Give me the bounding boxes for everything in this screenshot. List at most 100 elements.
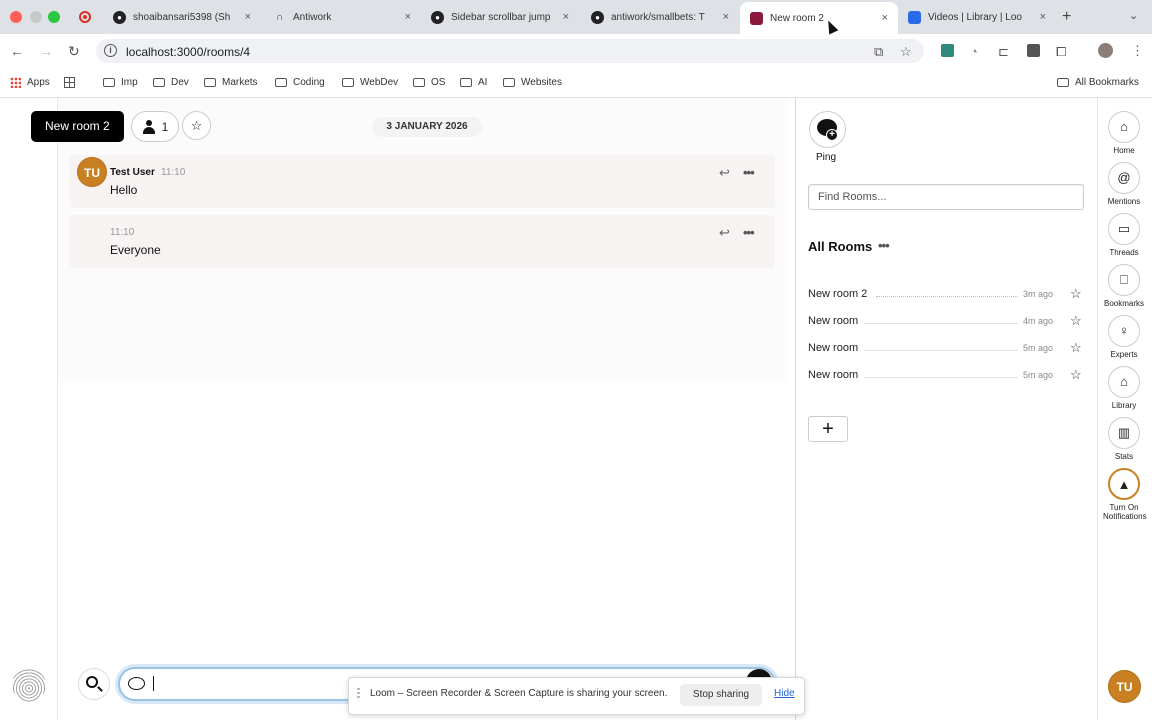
bookmark-folder[interactable]: Coding bbox=[275, 77, 325, 88]
tab-groups-icon[interactable] bbox=[64, 77, 81, 88]
message-body: Everyone bbox=[110, 243, 161, 257]
star-room-button[interactable]: ☆ bbox=[182, 111, 211, 140]
divider bbox=[864, 323, 1018, 324]
extension-icon[interactable]: ⊏ bbox=[998, 44, 1009, 60]
more-icon[interactable]: ••• bbox=[743, 165, 755, 180]
avatar[interactable]: TU bbox=[77, 157, 107, 187]
window-maximize-button[interactable] bbox=[48, 11, 60, 23]
star-icon[interactable]: ☆ bbox=[1070, 367, 1082, 383]
person-icon bbox=[142, 119, 156, 134]
reload-icon[interactable]: ↻ bbox=[68, 43, 80, 60]
lightbulb-icon: ♀ bbox=[1108, 315, 1140, 347]
room-name: New room bbox=[808, 369, 859, 381]
bookmark-label: Websites bbox=[521, 77, 562, 88]
site-info-icon[interactable]: i bbox=[104, 44, 117, 57]
all-bookmarks[interactable]: All Bookmarks bbox=[1057, 77, 1139, 88]
room-name: New room bbox=[808, 315, 859, 327]
room-list-item[interactable]: New room 5m ago ☆ bbox=[808, 366, 1084, 386]
member-count: 1 bbox=[161, 119, 169, 134]
star-icon: ☆ bbox=[190, 118, 203, 133]
tab-search-icon[interactable]: ⌄ bbox=[1129, 9, 1138, 22]
tab-close-icon[interactable]: × bbox=[723, 11, 729, 23]
forward-icon[interactable]: → bbox=[39, 43, 53, 59]
bookmark-star-icon[interactable]: ☆ bbox=[900, 44, 912, 60]
nav-mentions[interactable]: @ Mentions bbox=[1103, 162, 1145, 206]
room-list-item[interactable]: New room 4m ago ☆ bbox=[808, 312, 1084, 332]
extension-icon[interactable]: ◔ bbox=[970, 44, 978, 59]
tab-close-icon[interactable]: × bbox=[405, 11, 411, 23]
more-icon[interactable]: ••• bbox=[743, 225, 755, 240]
tab-close-icon[interactable]: × bbox=[1040, 11, 1046, 23]
library-icon: ⌂ bbox=[1108, 366, 1140, 398]
antiwork-icon: ∩ bbox=[275, 11, 284, 23]
browser-tab[interactable]: ● Sidebar scrollbar jump × bbox=[421, 4, 579, 30]
tab-close-icon[interactable]: × bbox=[882, 12, 888, 24]
bookmark-folder[interactable]: AI bbox=[460, 77, 487, 88]
add-room-button[interactable]: + bbox=[808, 416, 848, 442]
bookmark-folder[interactable]: OS bbox=[413, 77, 445, 88]
reply-icon[interactable]: ↩ bbox=[719, 165, 730, 181]
nav-experts[interactable]: ♀ Experts bbox=[1103, 315, 1145, 359]
tab-close-icon[interactable]: × bbox=[563, 11, 569, 23]
tab-title: Videos | Library | Loo bbox=[928, 11, 1022, 23]
bookmark-folder[interactable]: Dev bbox=[153, 77, 189, 88]
bookmark-folder[interactable]: WebDev bbox=[342, 77, 398, 88]
message-author[interactable]: Test User bbox=[110, 167, 155, 178]
room-name: New room bbox=[808, 342, 859, 354]
nav-bookmarks[interactable]: ⎕ Bookmarks bbox=[1103, 264, 1145, 308]
extension-icon[interactable] bbox=[941, 44, 954, 57]
divider bbox=[864, 350, 1018, 351]
nav-threads[interactable]: ▭ Threads bbox=[1103, 213, 1145, 257]
home-icon: ⌂ bbox=[1108, 111, 1140, 143]
bookmark-label: Imp bbox=[121, 77, 138, 88]
members-button[interactable]: 1 bbox=[131, 111, 179, 142]
profile-avatar[interactable] bbox=[1098, 43, 1113, 58]
browser-menu-icon[interactable]: ⋮ bbox=[1131, 43, 1144, 59]
nav-notifications[interactable]: ▲ Turn On Notifications bbox=[1103, 468, 1147, 521]
stop-sharing-button[interactable]: Stop sharing bbox=[680, 684, 762, 706]
nav-label: Experts bbox=[1110, 350, 1138, 359]
browser-tab-active[interactable]: New room 2 × bbox=[740, 2, 898, 34]
bookmark-folder[interactable]: Markets bbox=[204, 77, 258, 88]
room-list-item[interactable]: New room 5m ago ☆ bbox=[808, 339, 1084, 359]
room-time: 5m ago bbox=[1023, 343, 1054, 353]
nav-library[interactable]: ⌂ Library bbox=[1103, 366, 1145, 410]
star-icon[interactable]: ☆ bbox=[1070, 313, 1082, 329]
more-icon[interactable]: ••• bbox=[878, 238, 890, 253]
new-tab-button[interactable]: + bbox=[1062, 8, 1071, 26]
reply-icon[interactable]: ↩ bbox=[719, 225, 730, 241]
user-avatar[interactable]: TU bbox=[1108, 670, 1141, 703]
github-icon: ● bbox=[113, 10, 126, 24]
tab-title: Antiwork bbox=[293, 11, 332, 23]
browser-tab[interactable]: ● shoaibansari5398 (Sh × bbox=[103, 4, 261, 30]
bookmark-icon: ⎕ bbox=[1108, 264, 1140, 296]
browser-tab[interactable]: Videos | Library | Loo × bbox=[898, 4, 1056, 30]
find-rooms-input[interactable]: Find Rooms... bbox=[808, 184, 1084, 210]
drag-handle-icon[interactable] bbox=[357, 688, 360, 700]
bookmark-label: OS bbox=[431, 77, 446, 88]
star-icon[interactable]: ☆ bbox=[1070, 340, 1082, 356]
browser-tab[interactable]: ● antiwork/smallbets: T × bbox=[581, 4, 739, 30]
nav-stats[interactable]: ▥ Stats bbox=[1103, 417, 1145, 461]
at-icon: @ bbox=[1108, 162, 1140, 194]
nav-home[interactable]: ⌂ Home bbox=[1103, 111, 1145, 155]
url-text[interactable]: localhost:3000/rooms/4 bbox=[126, 45, 250, 59]
bookmark-folder[interactable]: Websites bbox=[503, 77, 562, 88]
extensions-puzzle-icon[interactable]: ⧠ bbox=[1056, 44, 1066, 60]
window-close-button[interactable] bbox=[10, 11, 22, 23]
star-icon[interactable]: ☆ bbox=[1070, 286, 1082, 302]
window-minimize-button[interactable] bbox=[30, 11, 42, 23]
room-list-item[interactable]: New room 2 3m ago ☆ bbox=[808, 285, 1084, 305]
install-app-icon[interactable]: ⧉ bbox=[874, 44, 883, 60]
room-title[interactable]: New room 2 bbox=[31, 111, 124, 142]
bookmark-apps[interactable]: Apps bbox=[10, 77, 50, 88]
bookmark-label: Apps bbox=[27, 77, 50, 88]
room-time: 4m ago bbox=[1023, 316, 1054, 326]
bookmark-folder[interactable]: Imp bbox=[103, 77, 138, 88]
browser-tab[interactable]: ∩ Antiwork × bbox=[263, 4, 421, 30]
room-time: 3m ago bbox=[1023, 289, 1054, 299]
hide-notice-link[interactable]: Hide bbox=[774, 688, 795, 699]
tab-close-icon[interactable]: × bbox=[245, 11, 251, 23]
extension-icon[interactable] bbox=[1027, 44, 1040, 57]
back-icon[interactable]: ← bbox=[10, 43, 24, 59]
